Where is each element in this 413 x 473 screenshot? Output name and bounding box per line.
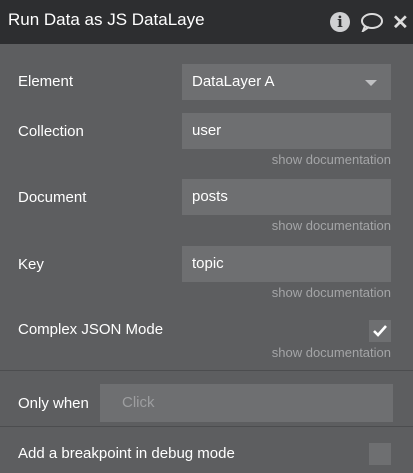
key-label: Key (18, 256, 44, 273)
collection-show-documentation-link[interactable]: show documentation (272, 152, 391, 167)
breakpoint-checkbox[interactable] (369, 443, 391, 465)
only-when-label: Only when (18, 395, 89, 412)
key-show-documentation-link[interactable]: show documentation (272, 285, 391, 300)
chevron-down-icon (365, 80, 377, 86)
complex-json-show-documentation-link[interactable]: show documentation (272, 345, 391, 360)
panel-title: Run Data as JS DataLaye (8, 10, 205, 29)
complex-json-checkbox[interactable] (369, 320, 391, 342)
checkmark-icon (373, 325, 387, 337)
info-icon[interactable]: i (330, 12, 350, 32)
property-editor-panel: Run Data as JS DataLaye i ✕ Element Data… (0, 0, 413, 473)
collection-label: Collection (18, 123, 84, 140)
document-show-documentation-link[interactable]: show documentation (272, 218, 391, 233)
document-label: Document (18, 189, 87, 206)
element-dropdown[interactable]: DataLayer A (182, 64, 391, 100)
element-label: Element (18, 73, 74, 90)
only-when-input[interactable]: Click (100, 384, 393, 422)
collection-field[interactable]: user (182, 113, 391, 149)
complex-json-label: Complex JSON Mode (18, 321, 164, 338)
element-dropdown-value: DataLayer A (192, 73, 275, 90)
collection-value: user (192, 122, 222, 139)
close-icon[interactable]: ✕ (392, 10, 409, 35)
document-value: posts (192, 188, 228, 205)
document-field[interactable]: posts (182, 179, 391, 215)
key-value: topic (192, 255, 224, 272)
comment-icon[interactable] (360, 12, 384, 37)
only-when-placeholder: Click (122, 394, 155, 411)
divider (0, 426, 413, 427)
divider (0, 370, 413, 371)
panel-header[interactable]: Run Data as JS DataLaye i ✕ (0, 0, 413, 44)
breakpoint-label: Add a breakpoint in debug mode (18, 445, 235, 462)
key-field[interactable]: topic (182, 246, 391, 282)
